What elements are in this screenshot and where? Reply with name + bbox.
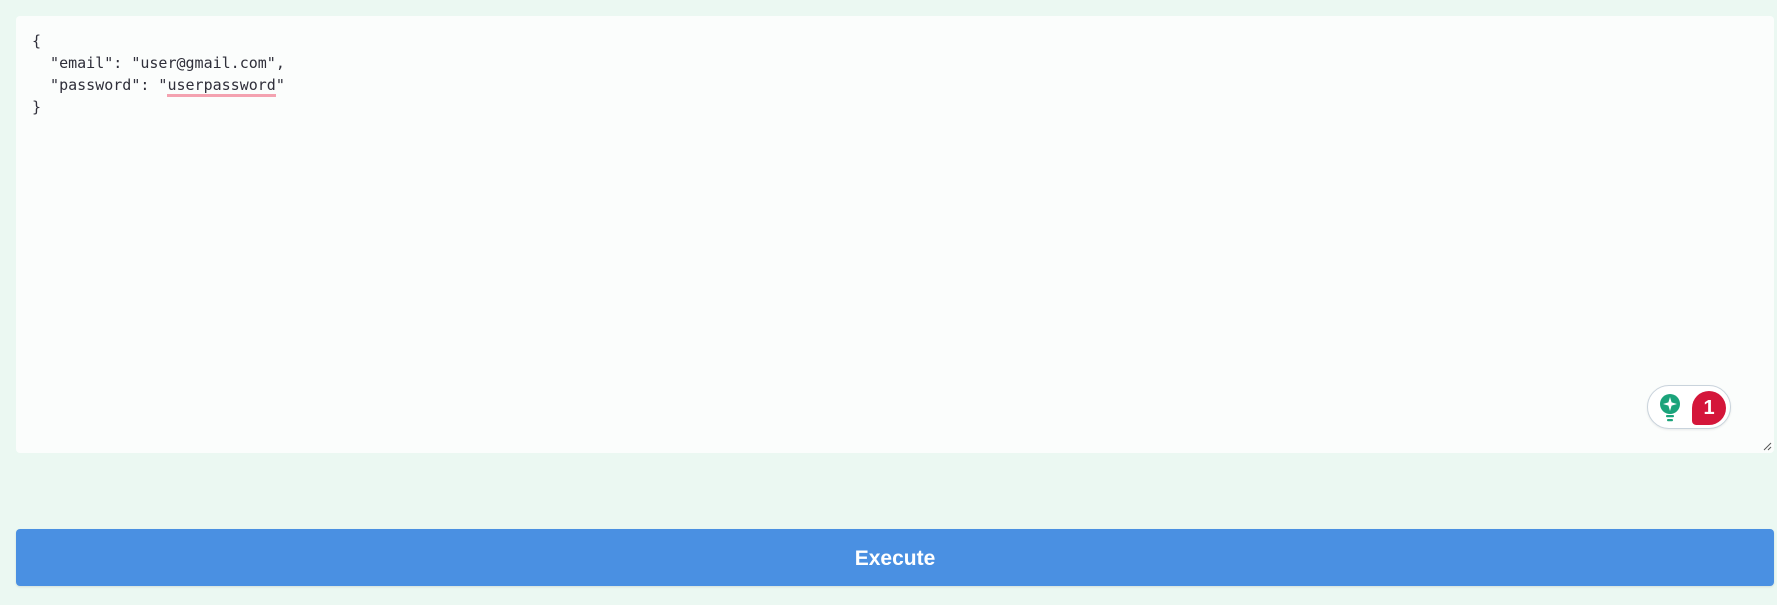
code-line-3-suffix: " [275,76,285,94]
suggestion-count-badge: 1 [1692,391,1726,425]
execute-button[interactable]: Execute [16,529,1774,586]
code-line-4: } [32,98,42,116]
code-line-3-prefix: "password": " [32,76,168,94]
lightbulb-sparkle-icon [1660,394,1680,422]
page: { "email": "user@gmail.com", "password":… [0,0,1777,605]
writing-assistant-widget[interactable]: 1 [1647,385,1731,429]
spellcheck-flagged-word[interactable]: userpassword [167,76,276,97]
request-body-editor[interactable]: { "email": "user@gmail.com", "password":… [16,16,1774,453]
resize-handle-icon[interactable] [1762,441,1772,451]
code-line-2: "email": "user@gmail.com", [32,54,285,72]
code-line-1: { [32,32,42,50]
request-body-code[interactable]: { "email": "user@gmail.com", "password":… [32,30,1758,118]
